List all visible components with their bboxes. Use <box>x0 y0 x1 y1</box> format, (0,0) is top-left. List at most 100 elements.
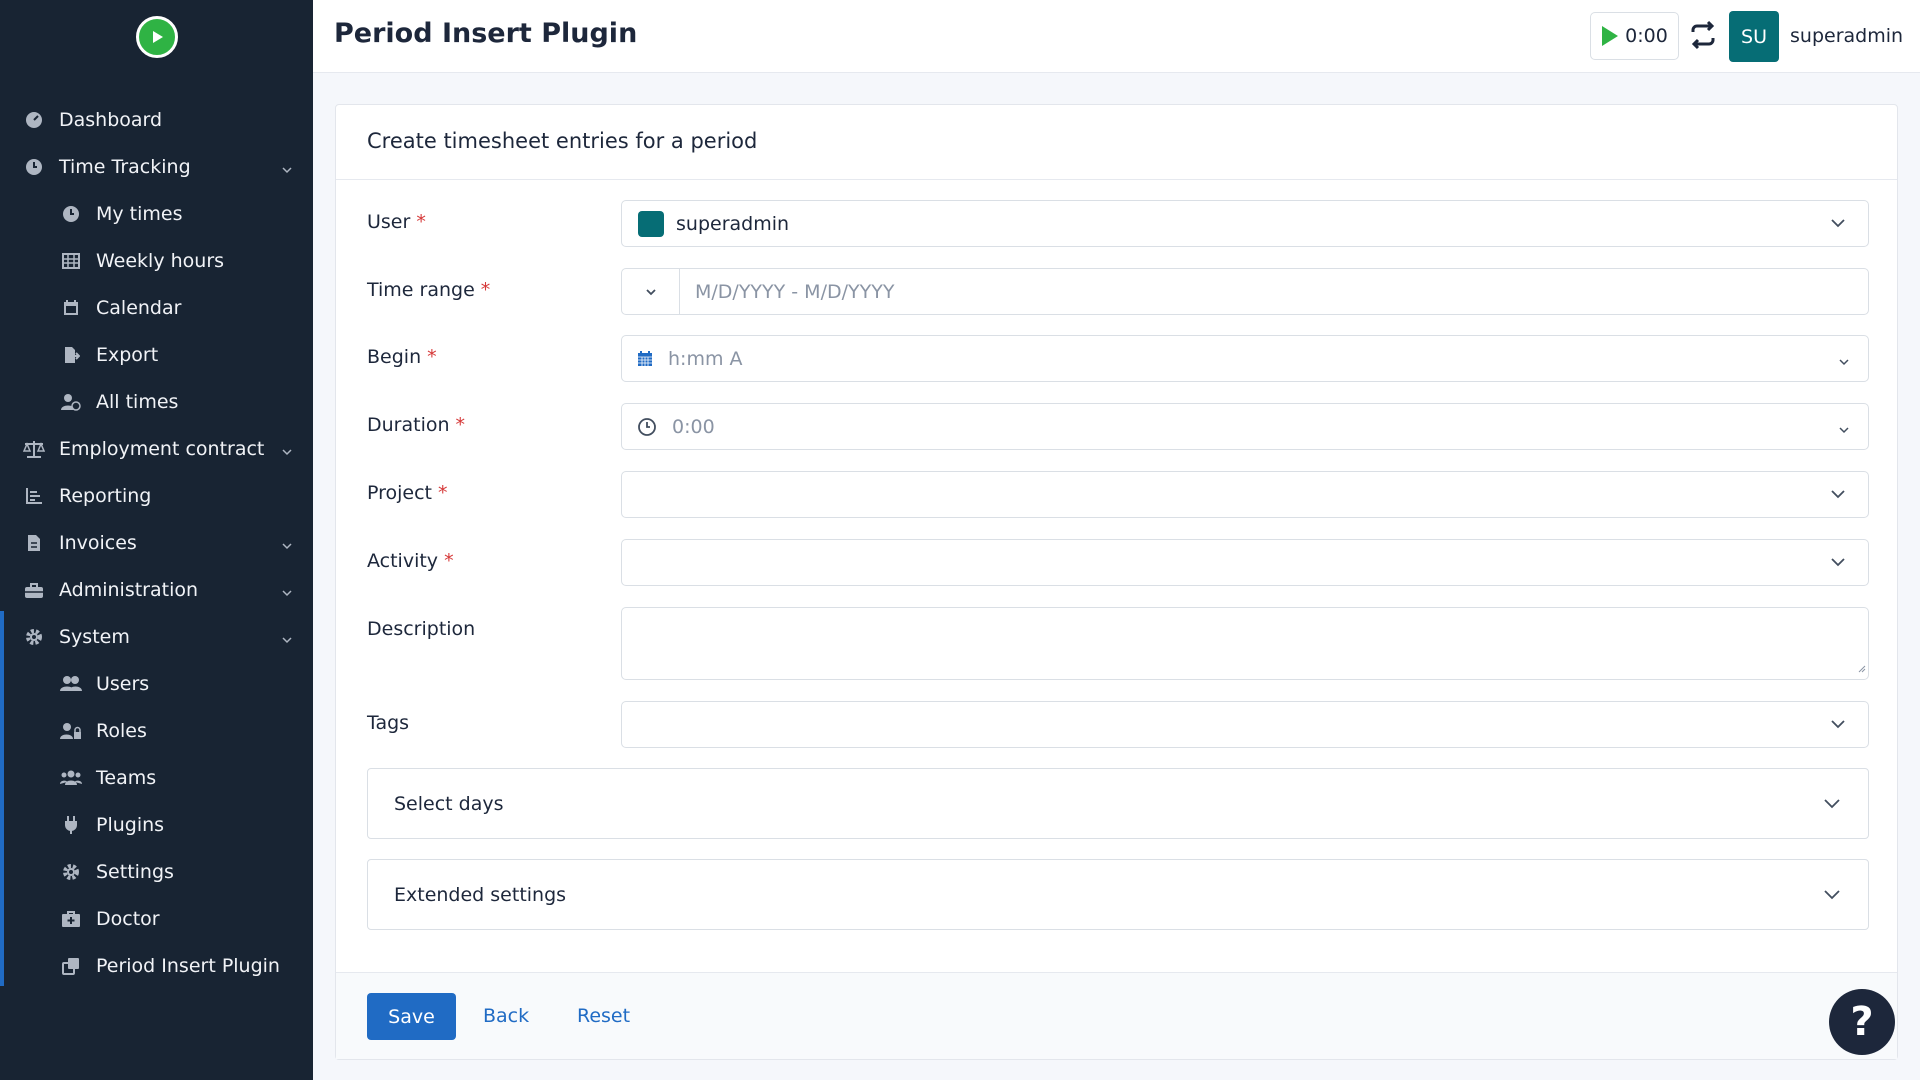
help-button[interactable]: ? <box>1829 989 1895 1055</box>
time-range-input[interactable]: M/D/YYYY - M/D/YYYY <box>695 281 894 303</box>
time-range-preset-select[interactable] <box>622 269 680 314</box>
duration-label-text: Duration <box>367 414 450 436</box>
user-label-text: User <box>367 211 411 233</box>
chevron-down-icon <box>281 582 293 604</box>
back-button[interactable]: Back <box>483 1005 529 1027</box>
begin-time-input[interactable]: h:mm A <box>621 335 1869 382</box>
sidebar: Dashboard Time Tracking My times Weekly … <box>0 0 313 1080</box>
sidebar-item-doctor[interactable]: Doctor <box>0 895 313 942</box>
sidebar-item-plugins[interactable]: Plugins <box>0 801 313 848</box>
duration-placeholder: 0:00 <box>672 415 715 438</box>
chevron-down-icon <box>1838 353 1850 372</box>
sidebar-item-label: Period Insert Plugin <box>96 954 280 977</box>
users-icon <box>60 673 82 695</box>
sidebar-nav: Dashboard Time Tracking My times Weekly … <box>0 96 313 989</box>
sidebar-item-label: Export <box>96 343 159 366</box>
medkit-icon <box>60 908 82 930</box>
chevron-down-icon <box>1830 215 1846 235</box>
sidebar-item-invoices[interactable]: Invoices <box>0 519 313 566</box>
clock-icon <box>637 417 657 437</box>
sidebar-item-roles[interactable]: Roles <box>0 707 313 754</box>
sidebar-item-reporting[interactable]: Reporting <box>0 472 313 519</box>
chart-icon <box>23 485 45 507</box>
form-card: Create timesheet entries for a period Us… <box>335 104 1898 1060</box>
user-select[interactable]: superadmin <box>621 200 1869 247</box>
chevron-down-icon <box>281 441 293 463</box>
chevron-down-icon <box>1830 554 1846 574</box>
chevron-down-icon <box>1822 884 1842 909</box>
time-range-label-text: Time range <box>367 279 475 301</box>
sidebar-item-users[interactable]: Users <box>0 660 313 707</box>
required-mark: * <box>444 550 454 572</box>
chevron-down-icon <box>281 629 293 651</box>
page-title: Period Insert Plugin <box>334 18 638 49</box>
sidebar-item-export[interactable]: Export <box>0 331 313 378</box>
chevron-down-icon <box>281 535 293 557</box>
sidebar-item-administration[interactable]: Administration <box>0 566 313 613</box>
activity-select[interactable] <box>621 539 1869 586</box>
user-label: User * <box>367 211 426 233</box>
sidebar-item-label: Doctor <box>96 907 160 930</box>
calendar-icon <box>60 297 82 319</box>
sidebar-item-time-tracking[interactable]: Time Tracking <box>0 143 313 190</box>
tags-label: Tags <box>367 712 410 734</box>
sidebar-item-label: My times <box>96 202 183 225</box>
chevron-down-icon <box>281 159 293 181</box>
username[interactable]: superadmin <box>1790 25 1903 47</box>
sidebar-item-employment-contract[interactable]: Employment contract <box>0 425 313 472</box>
start-timer-button[interactable]: 0:00 <box>1590 12 1679 60</box>
top-header: Period Insert Plugin 0:00 SU superadmin <box>313 0 1920 73</box>
timer-value: 0:00 <box>1625 25 1668 47</box>
sidebar-item-label: Calendar <box>96 296 182 319</box>
time-range-label: Time range * <box>367 279 490 301</box>
toolbox-icon <box>23 579 45 601</box>
clock-icon <box>23 156 45 178</box>
extended-settings-accordion[interactable]: Extended settings <box>367 859 1869 930</box>
project-select[interactable] <box>621 471 1869 518</box>
sidebar-item-label: Time Tracking <box>59 155 191 178</box>
description-textarea[interactable] <box>621 607 1869 680</box>
duration-input[interactable]: 0:00 <box>621 403 1869 450</box>
sidebar-item-settings[interactable]: Settings <box>0 848 313 895</box>
sidebar-item-my-times[interactable]: My times <box>0 190 313 237</box>
chevron-down-icon <box>645 288 656 295</box>
form-footer: Save Back Reset <box>336 972 1897 1059</box>
sidebar-item-label: Users <box>96 672 150 695</box>
sidebar-item-period-insert-plugin[interactable]: Period Insert Plugin <box>0 942 313 989</box>
sidebar-item-system[interactable]: System <box>0 613 313 660</box>
sidebar-item-label: System <box>59 625 130 648</box>
user-color-swatch <box>638 210 664 237</box>
required-mark: * <box>480 279 491 301</box>
sidebar-item-label: Teams <box>96 766 157 789</box>
avatar[interactable]: SU <box>1729 11 1779 62</box>
reset-button[interactable]: Reset <box>577 1005 630 1027</box>
tags-select[interactable] <box>621 701 1869 748</box>
sidebar-item-weekly-hours[interactable]: Weekly hours <box>0 237 313 284</box>
extended-settings-label: Extended settings <box>394 883 567 906</box>
logo-icon[interactable] <box>136 16 178 58</box>
save-button[interactable]: Save <box>367 993 456 1040</box>
activity-label: Activity * <box>367 550 454 572</box>
select-days-label: Select days <box>394 792 504 815</box>
begin-placeholder: h:mm A <box>668 347 743 370</box>
sidebar-item-teams[interactable]: Teams <box>0 754 313 801</box>
team-icon <box>60 767 82 789</box>
dashboard-icon <box>23 109 45 131</box>
description-label: Description <box>367 618 476 640</box>
select-days-accordion[interactable]: Select days <box>367 768 1869 839</box>
sidebar-item-dashboard[interactable]: Dashboard <box>0 96 313 143</box>
sidebar-item-label: Roles <box>96 719 147 742</box>
resize-handle-icon[interactable] <box>1856 658 1866 677</box>
sync-icon[interactable] <box>1688 20 1720 52</box>
sidebar-item-label: Dashboard <box>59 108 163 131</box>
sidebar-item-label: Plugins <box>96 813 165 836</box>
gear-icon <box>60 861 82 883</box>
time-range-field: M/D/YYYY - M/D/YYYY <box>621 268 1869 315</box>
required-mark: * <box>416 211 426 233</box>
chevron-down-icon <box>1830 486 1846 506</box>
table-icon <box>60 250 82 272</box>
required-mark: * <box>455 414 466 436</box>
sidebar-item-calendar[interactable]: Calendar <box>0 284 313 331</box>
project-label-text: Project <box>367 482 433 504</box>
sidebar-item-all-times[interactable]: All times <box>0 378 313 425</box>
